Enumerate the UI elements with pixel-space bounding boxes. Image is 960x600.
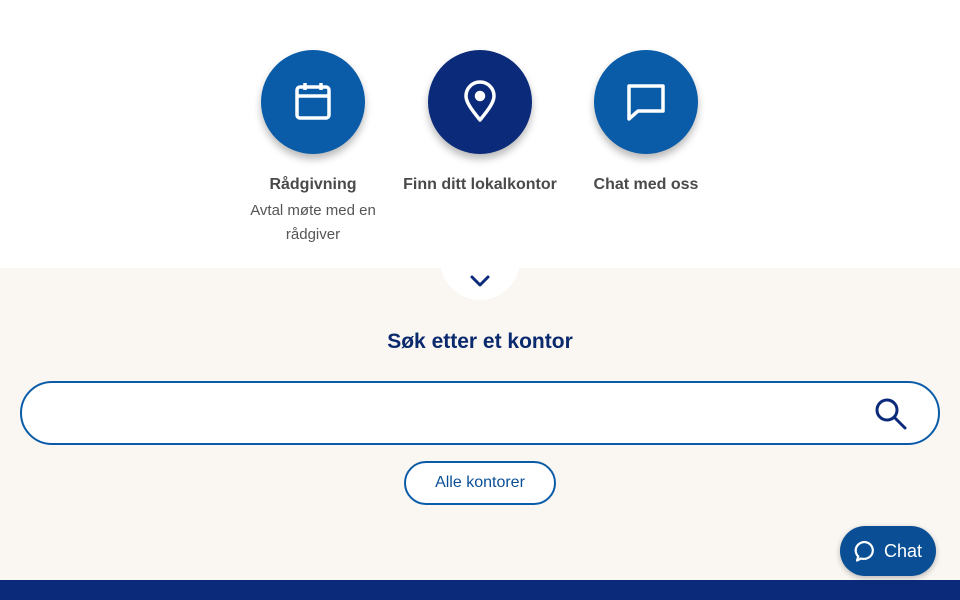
- all-offices-button[interactable]: Alle kontorer: [404, 461, 556, 505]
- action-find-office-title: Finn ditt lokalkontor: [403, 176, 557, 193]
- search-title: Søk etter et kontor: [387, 330, 573, 353]
- search-icon: [875, 398, 907, 430]
- search-button[interactable]: [874, 397, 908, 431]
- action-chat-circle[interactable]: [594, 50, 698, 154]
- action-find-office[interactable]: Finn ditt lokalkontor: [397, 50, 563, 195]
- action-advice[interactable]: Rådgivning Avtal møte med en rådgiver: [230, 50, 396, 247]
- quick-actions-section: Rådgivning Avtal møte med en rådgiver Fi…: [0, 0, 960, 268]
- action-advice-subtitle: Avtal møte med en rådgiver: [250, 202, 376, 243]
- quick-actions: Rådgivning Avtal møte med en rådgiver Fi…: [230, 50, 730, 250]
- action-chat[interactable]: Chat med oss: [563, 50, 729, 195]
- chat-bubble-icon: [854, 540, 874, 562]
- chevron-down-icon: [470, 275, 490, 287]
- chat-widget-button[interactable]: Chat: [840, 526, 936, 576]
- action-advice-circle[interactable]: [261, 50, 365, 154]
- search-input[interactable]: [46, 393, 866, 433]
- footer: [0, 580, 960, 600]
- action-find-office-circle[interactable]: [428, 50, 532, 154]
- action-advice-title: Rådgivning: [269, 176, 357, 193]
- chat-bubble-icon: [627, 84, 665, 121]
- map-pin-icon: [464, 80, 496, 122]
- search-box[interactable]: [20, 381, 940, 445]
- calendar-icon: [295, 83, 331, 120]
- chat-widget-label: Chat: [883, 540, 923, 561]
- action-chat-title: Chat med oss: [593, 176, 699, 193]
